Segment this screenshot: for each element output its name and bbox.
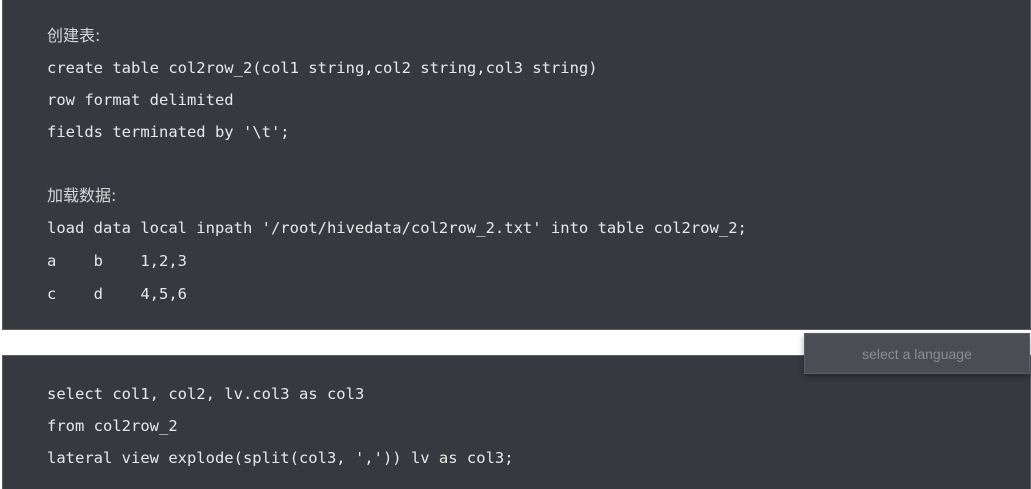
code-line-data-row-1: a b 1,2,3 [47,252,187,270]
code-line-row-format: row format delimited [47,91,234,109]
code-line-create-table: create table col2row_2(col1 string,col2 … [47,59,598,77]
code-line-lateral-view: lateral view explode(split(col3, ',')) l… [47,449,514,467]
code-block-select-query: select col1, col2, lv.col3 as col3 from … [2,355,1031,489]
code-line-create-heading: 创建表: [47,26,101,45]
code-line-load-heading: 加载数据: [47,186,117,205]
code-line-fields-terminated: fields terminated by '\t'; [47,123,290,141]
code-line-from: from col2row_2 [47,417,178,435]
code-block-create-load: 创建表: create table col2row_2(col1 string,… [2,0,1031,330]
page: 创建表: create table col2row_2(col1 string,… [0,0,1031,489]
code-line-data-row-2: c d 4,5,6 [47,285,187,303]
code-line-load-data: load data local inpath '/root/hivedata/c… [47,219,747,237]
code-line-select: select col1, col2, lv.col3 as col3 [47,385,365,403]
language-select-dropdown[interactable]: select a language [804,333,1030,374]
